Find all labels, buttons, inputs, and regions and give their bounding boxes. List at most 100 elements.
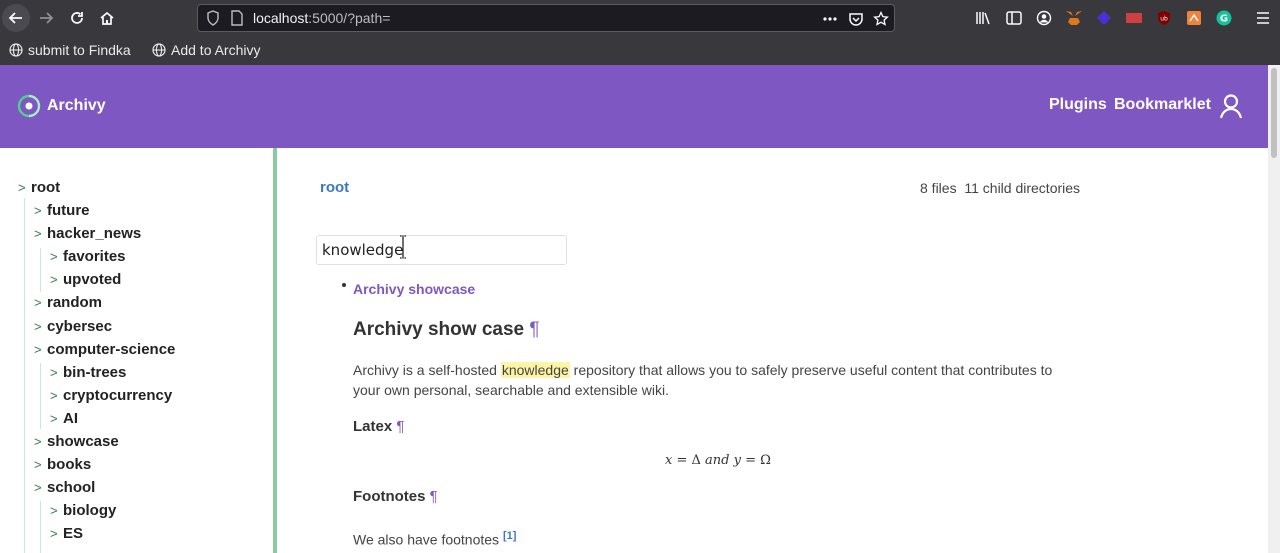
chevron-right-icon: >: [50, 271, 58, 287]
chevron-right-icon: >: [34, 294, 42, 310]
tree-guide-line: [40, 363, 41, 429]
shield-icon[interactable]: [206, 10, 220, 30]
latex-anchor-link[interactable]: ¶: [396, 418, 404, 435]
sidebar-item-hacker-news[interactable]: > hacker_news: [34, 223, 141, 243]
bookmarklet-link[interactable]: Bookmarklet: [1114, 96, 1211, 114]
sidebar-item-computer-science[interactable]: > computer-science: [34, 339, 175, 359]
extension-red-icon[interactable]: [1125, 9, 1143, 27]
svg-text:ub: ub: [1160, 16, 1168, 23]
archivy-logo-icon: [17, 94, 41, 118]
sidebar-item-es[interactable]: > ES: [50, 523, 83, 543]
globe-icon: [9, 43, 23, 57]
main-content: root 8 files 11 child directories Archiv…: [277, 148, 1268, 553]
ublock-icon[interactable]: ub: [1155, 9, 1173, 27]
chevron-right-icon: >: [18, 179, 26, 195]
footnotes-anchor-link[interactable]: ¶: [430, 488, 438, 505]
footnotes-heading: Footnotes ¶: [353, 488, 438, 505]
child-directory-count: 11 child directories: [964, 180, 1081, 196]
search-input[interactable]: [316, 235, 567, 265]
chevron-right-icon: >: [34, 479, 42, 495]
tree-guide-line: [40, 501, 41, 553]
bookmark-submit-to-findka[interactable]: submit to Findka: [9, 41, 131, 59]
browser-chrome: localhost:5000/?path= ub G submit to Fin…: [0, 0, 1280, 65]
chevron-right-icon: >: [50, 248, 58, 264]
forward-button[interactable]: [32, 4, 60, 32]
sidebar-item-school[interactable]: > school: [34, 477, 95, 497]
url-text: localhost:5000/?path=: [253, 10, 391, 26]
plugins-link[interactable]: Plugins: [1049, 96, 1107, 114]
svg-text:G: G: [1220, 14, 1228, 25]
sidebar-toggle-icon[interactable]: [1005, 9, 1023, 27]
file-count: 8 files: [920, 180, 957, 196]
url-bar[interactable]: localhost:5000/?path=: [197, 4, 895, 32]
reload-icon: [71, 12, 83, 24]
page-actions-icon[interactable]: [820, 9, 840, 29]
footnote-reference-link[interactable]: [1]: [503, 530, 516, 542]
search-highlight: knowledge: [500, 362, 570, 378]
chevron-right-icon: >: [34, 225, 42, 241]
latex-heading: Latex ¶: [353, 418, 405, 435]
sidebar-item-upvoted[interactable]: > upvoted: [50, 269, 121, 289]
latex-formula: x = Δ and y = Ω: [665, 453, 771, 468]
chevron-right-icon: >: [50, 364, 58, 380]
sidebar-item-random[interactable]: > random: [34, 292, 102, 312]
heading-anchor-link[interactable]: ¶: [529, 319, 539, 340]
brand-link[interactable]: Archivy: [17, 94, 106, 118]
chevron-right-icon: >: [34, 433, 42, 449]
chevron-right-icon: >: [34, 202, 42, 218]
page-scrollbar[interactable]: [1268, 65, 1280, 553]
page-icon[interactable]: [230, 10, 244, 30]
bookmark-add-to-archivy[interactable]: Add to Archivy: [152, 41, 261, 59]
sidebar-item-biology[interactable]: > biology: [50, 500, 116, 520]
chevron-right-icon: >: [50, 502, 58, 518]
browser-toolbar: localhost:5000/?path= ub G: [0, 0, 1280, 36]
arrow-right-icon: [40, 12, 54, 24]
chevron-right-icon: >: [34, 456, 42, 472]
doc-heading: Archivy show case ¶: [353, 319, 540, 340]
library-icon[interactable]: [974, 9, 992, 27]
globe-icon: [152, 43, 166, 57]
sidebar-item-favorites[interactable]: > favorites: [50, 246, 126, 266]
result-bullet: [342, 283, 346, 287]
breadcrumb-root[interactable]: root: [320, 179, 349, 196]
chevron-right-icon: >: [50, 410, 58, 426]
chevron-right-icon: >: [34, 318, 42, 334]
sidebar-item-books[interactable]: > books: [34, 454, 91, 474]
page-scrollbar-thumb[interactable]: [1271, 68, 1277, 158]
star-icon[interactable]: [871, 9, 891, 29]
extension-orange-icon[interactable]: [1185, 9, 1203, 27]
app-header: Archivy Plugins Bookmarklet: [0, 65, 1268, 148]
chevron-right-icon: >: [34, 341, 42, 357]
account-icon[interactable]: [1035, 9, 1053, 27]
reload-button[interactable]: [63, 4, 91, 32]
pocket-icon[interactable]: [846, 9, 866, 29]
metamask-icon[interactable]: [1065, 9, 1083, 27]
sidebar-item-future[interactable]: > future: [34, 200, 90, 220]
home-button[interactable]: [93, 4, 121, 32]
sidebar-item-ai[interactable]: > AI: [50, 408, 78, 428]
doc-intro-paragraph: Archivy is a self-hosted knowledge repos…: [353, 362, 1053, 398]
sidebar-item-root[interactable]: > root: [18, 177, 60, 197]
chevron-right-icon: >: [50, 387, 58, 403]
sidebar-item-cryptocurrency[interactable]: > cryptocurrency: [50, 385, 172, 405]
tree-guide-line: [24, 198, 25, 553]
user-icon[interactable]: [1218, 93, 1244, 123]
brand-name: Archivy: [47, 97, 106, 114]
search-result-link[interactable]: Archivy showcase: [353, 281, 475, 297]
sidebar-item-cybersec[interactable]: > cybersec: [34, 316, 112, 336]
sidebar-tree: > root > future > hacker_news > favorites > u…: [0, 148, 273, 553]
grammarly-icon[interactable]: G: [1215, 9, 1233, 27]
sidebar-item-showcase[interactable]: > showcase: [34, 431, 119, 451]
menu-icon[interactable]: [1254, 9, 1272, 27]
footnote-paragraph: We also have footnotes [1]: [353, 530, 517, 548]
tree-guide-line: [40, 248, 41, 292]
sidebar-item-bin-trees[interactable]: > bin-trees: [50, 362, 126, 382]
text-cursor-icon: [398, 235, 408, 259]
extension-purple-icon[interactable]: [1095, 9, 1113, 27]
chevron-right-icon: >: [50, 525, 58, 541]
arrow-left-icon: [8, 12, 22, 24]
back-button[interactable]: [2, 4, 30, 32]
directory-stats: 8 files 11 child directories: [920, 180, 1080, 196]
home-icon: [100, 11, 114, 25]
bookmarks-bar: submit to Findka Add to Archivy: [0, 36, 1280, 65]
